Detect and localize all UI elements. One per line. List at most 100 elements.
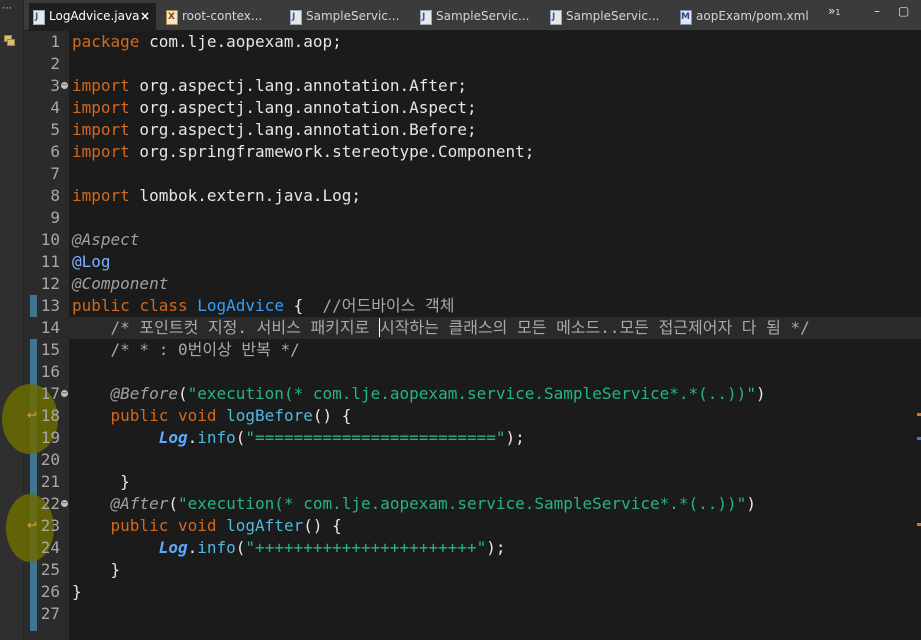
line-number: 27 [40,604,60,623]
code-text: import org.aspectj.lang.annotation.Befor… [72,119,477,141]
code-text: @After("execution(* com.lje.aopexam.serv… [72,493,756,515]
line-number: 4 [50,98,60,117]
tab-label: SampleServic... [566,9,660,23]
overview-marker[interactable] [917,437,921,440]
code-line: 15 /* * : 0번이상 반복 */ [24,339,921,361]
line-number: 24 [40,538,60,557]
code-line: 11 @Log [24,251,921,273]
code-text: import org.aspectj.lang.annotation.After… [72,75,467,97]
code-token: ( [235,428,246,447]
line-number: 10 [40,230,60,249]
restore-view-icon[interactable] [4,35,15,46]
code-token: @Log [72,252,111,271]
line-number: 5 [50,120,60,139]
code-text: @Before("execution(* com.lje.aopexam.ser… [72,383,766,405]
code-text: Log.info("+++++++++++++++++++++++"); [72,537,506,559]
code-text: public void logBefore() { [72,405,352,427]
code-text: Log.info("========================="); [72,427,525,449]
code-line: 13 public class LogAdvice { //어드바이스 객체 [24,295,921,317]
code-line: 22− @After("execution(* com.lje.aopexam.… [24,493,921,515]
code-token: () { [312,406,352,425]
fold-collapse-icon[interactable]: − [61,390,68,397]
code-text: @Component [72,273,168,295]
line-number: 9 [50,208,60,227]
code-text: /* * : 0번이상 반복 */ [72,339,300,361]
code-line: 18 ↩ public void logBefore() { [24,405,921,427]
code-token: info [197,538,236,557]
overview-marker[interactable] [917,523,921,526]
tab-label: LogAdvice.java [49,9,140,23]
code-token: { [283,296,304,315]
code-line: 7 [24,163,921,185]
fold-collapse-icon[interactable]: − [61,82,68,89]
code-line: 5 import org.aspectj.lang.annotation.Bef… [24,119,921,141]
code-text: } [72,581,82,603]
code-line: 16 [24,361,921,383]
advice-marker-icon[interactable]: ↩ [27,408,37,422]
code-text: public class LogAdvice { //어드바이스 객체 [72,295,454,317]
java-file-icon [550,4,562,31]
code-token: ); [486,538,506,557]
code-token: class [139,296,188,315]
code-text: public void logAfter() { [72,515,342,537]
code-token: } [120,472,130,491]
tab-label: root-contex... [182,9,263,23]
xml-file-icon [166,4,178,31]
code-text: package com.lje.aopexam.aop; [72,31,342,53]
code-token: ) [746,494,756,513]
minimize-button[interactable]: – [874,4,880,18]
code-line: 26 } [24,581,921,603]
code-text: @Log [72,251,111,273]
code-token: package [72,32,140,51]
tab-logadvice-java[interactable]: LogAdvice.java × [29,3,156,31]
line-number: 15 [40,340,60,359]
code-line: 1 package com.lje.aopexam.aop; [24,31,921,53]
code-line: 17− @Before("execution(* com.lje.aopexam… [24,383,921,405]
overview-marker[interactable] [917,413,921,416]
drag-handle-icon[interactable]: ⋯ [2,3,12,14]
code-token: import [72,76,130,95]
code-token: ( [177,384,188,403]
line-number: 16 [40,362,60,381]
close-icon[interactable]: × [140,3,150,30]
tab-sampleservice-1[interactable]: SampleServic... [286,3,410,31]
code-line: 25 } [24,559,921,581]
line-number: 12 [40,274,60,293]
code-token: import [72,186,130,205]
code-line: 10 @Aspect [24,229,921,251]
line-number: 25 [40,560,60,579]
code-token: . [187,538,198,557]
code-token: logAfter [226,516,304,535]
tab-pom-xml[interactable]: aopExam/pom.xml [676,3,810,31]
code-editor[interactable]: 1 package com.lje.aopexam.aop; 2 3− impo… [2,31,921,640]
line-number: 17 [40,384,60,403]
line-number: 21 [40,472,60,491]
code-line: 6 import org.springframework.stereotype.… [24,141,921,163]
tab-overflow-button[interactable]: »1 [828,4,840,18]
tab-sampleservice-3[interactable]: SampleServic... [546,3,670,31]
code-token: org.springframework.stereotype.Component… [129,142,535,161]
tab-sampleservice-2[interactable]: SampleServic... [416,3,540,31]
fold-collapse-icon[interactable]: − [61,500,68,507]
code-token: org.aspectj.lang.annotation.Aspect; [129,98,477,117]
line-number: 26 [40,582,60,601]
tab-root-context[interactable]: root-contex... [162,3,280,31]
code-token: info [197,428,236,447]
code-token: @Component [72,274,169,293]
maven-pom-icon [680,4,692,31]
code-line: 3− import org.aspectj.lang.annotation.Af… [24,75,921,97]
tab-label: SampleServic... [306,9,400,23]
code-token: logBefore [226,406,313,425]
code-token: "=========================" [245,428,506,447]
advice-marker-icon[interactable]: ↩ [27,518,37,532]
code-token: "execution(* com.lje.aopexam.service.Sam… [177,494,747,513]
tab-label: aopExam/pom.xml [696,9,809,23]
code-line: 19 Log.info("=========================")… [24,427,921,449]
code-token: @Before [110,384,178,403]
code-text: import lombok.extern.java.Log; [72,185,361,207]
code-text: import org.aspectj.lang.annotation.Aspec… [72,97,477,119]
maximize-button[interactable]: ▢ [898,4,909,18]
line-number: 6 [50,142,60,161]
code-text: } [72,559,121,581]
line-number: 19 [40,428,60,447]
